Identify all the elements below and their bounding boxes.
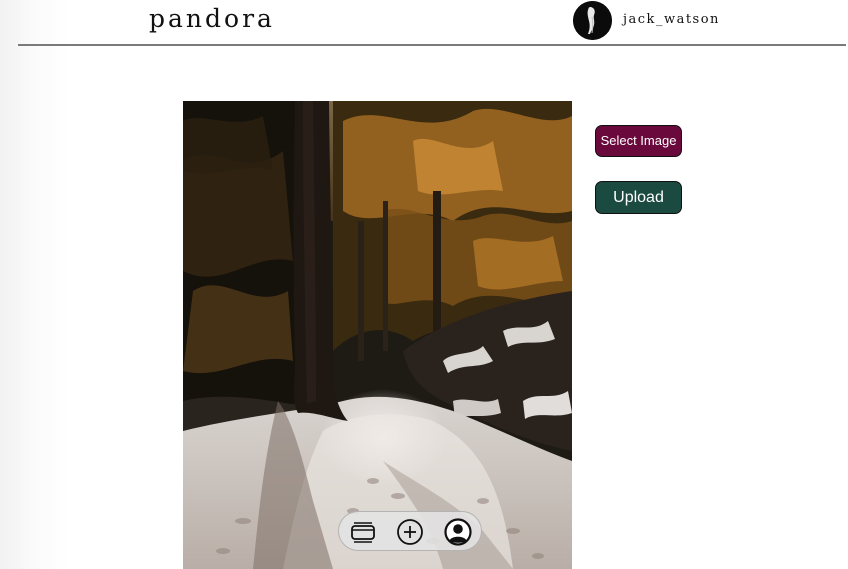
select-image-button[interactable]: Select Image [595, 125, 682, 157]
selected-image-preview [183, 101, 572, 569]
feed-icon[interactable] [348, 517, 378, 547]
bottom-navigation [338, 511, 482, 551]
avatar[interactable] [573, 1, 612, 40]
header-divider [18, 44, 846, 46]
username[interactable]: jack_watson [623, 12, 720, 27]
brand-logo[interactable]: pandora [149, 3, 275, 35]
page: pandora jack_watson Select Image Upload [0, 0, 848, 569]
profile-icon[interactable] [443, 517, 473, 547]
avatar-image [573, 1, 612, 40]
upload-button[interactable]: Upload [595, 181, 682, 214]
add-post-icon[interactable] [395, 517, 425, 547]
